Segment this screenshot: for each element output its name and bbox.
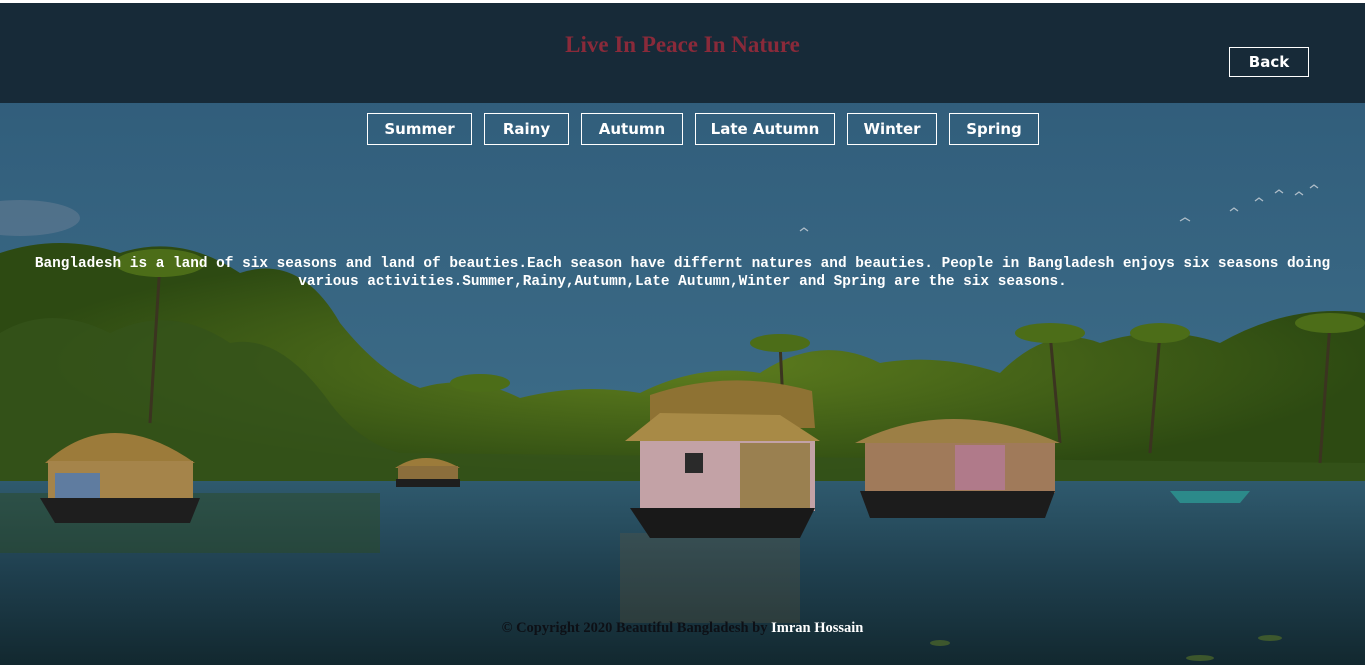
page-title: Live In Peace In Nature [565,32,800,57]
rainy-button[interactable]: Rainy [484,113,569,145]
winter-button[interactable]: Winter [847,113,937,145]
late-autumn-button[interactable]: Late Autumn [695,113,835,145]
header-bar: Live In Peace In Nature Back [0,3,1365,103]
back-button[interactable]: Back [1229,47,1309,77]
author-name: Imran Hossain [771,620,864,636]
intro-text: Bangladesh is a land of six seasons and … [34,256,1331,290]
season-nav: Summer Rainy Autumn Late Autumn Winter S… [0,113,1365,145]
footer: © Copyright 2020 Beautiful Bangladesh by… [0,620,1365,637]
copyright-text: © Copyright 2020 Beautiful Bangladesh by [501,620,772,636]
autumn-button[interactable]: Autumn [581,113,683,145]
summer-button[interactable]: Summer [367,113,472,145]
spring-button[interactable]: Spring [949,113,1039,145]
